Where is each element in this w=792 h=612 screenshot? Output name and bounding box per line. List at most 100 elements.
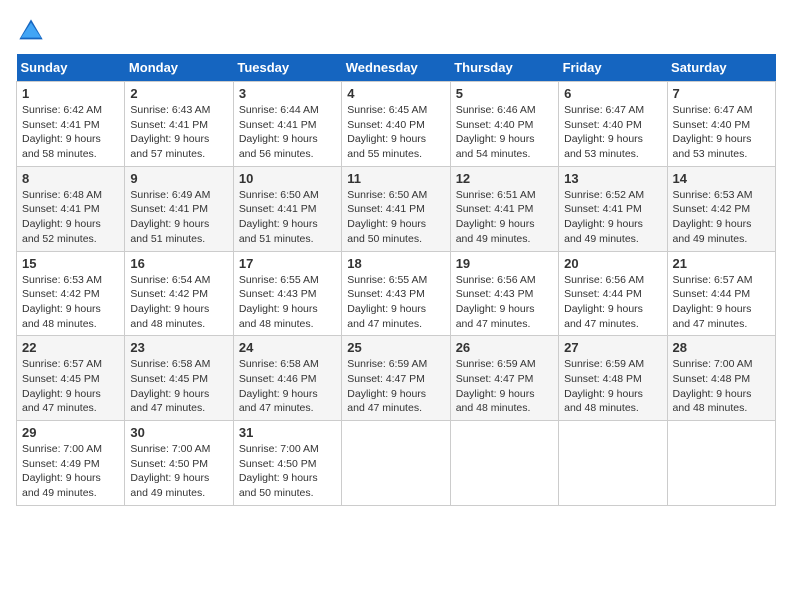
day-info: Sunrise: 7:00 AMSunset: 4:50 PMDaylight:…: [239, 442, 336, 501]
day-info: Sunrise: 6:45 AMSunset: 4:40 PMDaylight:…: [347, 103, 444, 162]
column-header-sunday: Sunday: [17, 54, 125, 82]
calendar-cell: 6 Sunrise: 6:47 AMSunset: 4:40 PMDaylight…: [559, 82, 667, 167]
calendar-cell: 22 Sunrise: 6:57 AMSunset: 4:45 PMDayligh…: [17, 336, 125, 421]
calendar-week-row: 15 Sunrise: 6:53 AMSunset: 4:42 PMDayligh…: [17, 251, 776, 336]
day-info: Sunrise: 6:50 AMSunset: 4:41 PMDaylight:…: [347, 188, 444, 247]
day-number: 22: [22, 340, 119, 355]
day-info: Sunrise: 6:47 AMSunset: 4:40 PMDaylight:…: [673, 103, 770, 162]
calendar-header-row: SundayMondayTuesdayWednesdayThursdayFrid…: [17, 54, 776, 82]
day-info: Sunrise: 6:50 AMSunset: 4:41 PMDaylight:…: [239, 188, 336, 247]
day-info: Sunrise: 6:54 AMSunset: 4:42 PMDaylight:…: [130, 273, 227, 332]
column-header-saturday: Saturday: [667, 54, 775, 82]
day-number: 9: [130, 171, 227, 186]
calendar-cell: 29 Sunrise: 7:00 AMSunset: 4:49 PMDayligh…: [17, 421, 125, 506]
calendar-cell: 26Sunrise: 6:59 AMSunset: 4:47 PMDayligh…: [450, 336, 558, 421]
day-info: Sunrise: 7:00 AMSunset: 4:49 PMDaylight:…: [22, 442, 119, 501]
day-info: Sunrise: 6:52 AMSunset: 4:41 PMDaylight:…: [564, 188, 661, 247]
calendar-cell: 5Sunrise: 6:46 AMSunset: 4:40 PMDaylight…: [450, 82, 558, 167]
column-header-tuesday: Tuesday: [233, 54, 341, 82]
calendar-cell: 25 Sunrise: 6:59 AMSunset: 4:47 PMDayligh…: [342, 336, 450, 421]
day-number: 6: [564, 86, 661, 101]
calendar-cell: [667, 421, 775, 506]
column-header-monday: Monday: [125, 54, 233, 82]
calendar-cell: 14 Sunrise: 6:53 AMSunset: 4:42 PMDayligh…: [667, 166, 775, 251]
calendar-cell: 11 Sunrise: 6:50 AMSunset: 4:41 PMDayligh…: [342, 166, 450, 251]
day-info: Sunrise: 6:59 AMSunset: 4:48 PMDaylight:…: [564, 357, 661, 416]
day-number: 13: [564, 171, 661, 186]
day-number: 28: [673, 340, 770, 355]
day-info: Sunrise: 6:59 AMSunset: 4:47 PMDaylight:…: [456, 357, 553, 416]
day-number: 15: [22, 256, 119, 271]
calendar-cell: 8 Sunrise: 6:48 AMSunset: 4:41 PMDaylight…: [17, 166, 125, 251]
day-number: 4: [347, 86, 444, 101]
calendar-table: SundayMondayTuesdayWednesdayThursdayFrid…: [16, 54, 776, 506]
day-info: Sunrise: 6:58 AMSunset: 4:45 PMDaylight:…: [130, 357, 227, 416]
calendar-cell: 7 Sunrise: 6:47 AMSunset: 4:40 PMDaylight…: [667, 82, 775, 167]
day-info: Sunrise: 6:55 AMSunset: 4:43 PMDaylight:…: [239, 273, 336, 332]
day-info: Sunrise: 6:53 AMSunset: 4:42 PMDaylight:…: [673, 188, 770, 247]
day-number: 2: [130, 86, 227, 101]
day-number: 3: [239, 86, 336, 101]
day-info: Sunrise: 6:49 AMSunset: 4:41 PMDaylight:…: [130, 188, 227, 247]
day-number: 21: [673, 256, 770, 271]
day-number: 19: [456, 256, 553, 271]
day-info: Sunrise: 6:58 AMSunset: 4:46 PMDaylight:…: [239, 357, 336, 416]
day-number: 25: [347, 340, 444, 355]
page-header: [16, 16, 776, 46]
calendar-cell: 17 Sunrise: 6:55 AMSunset: 4:43 PMDayligh…: [233, 251, 341, 336]
day-number: 8: [22, 171, 119, 186]
calendar-cell: 19 Sunrise: 6:56 AMSunset: 4:43 PMDayligh…: [450, 251, 558, 336]
day-info: Sunrise: 6:43 AMSunset: 4:41 PMDaylight:…: [130, 103, 227, 162]
day-number: 11: [347, 171, 444, 186]
day-number: 1: [22, 86, 119, 101]
calendar-cell: 13 Sunrise: 6:52 AMSunset: 4:41 PMDayligh…: [559, 166, 667, 251]
calendar-cell: 2 Sunrise: 6:43 AMSunset: 4:41 PMDaylight…: [125, 82, 233, 167]
day-number: 23: [130, 340, 227, 355]
day-number: 24: [239, 340, 336, 355]
calendar-cell: 15 Sunrise: 6:53 AMSunset: 4:42 PMDayligh…: [17, 251, 125, 336]
day-info: Sunrise: 6:59 AMSunset: 4:47 PMDaylight:…: [347, 357, 444, 416]
day-number: 16: [130, 256, 227, 271]
calendar-week-row: 22 Sunrise: 6:57 AMSunset: 4:45 PMDayligh…: [17, 336, 776, 421]
day-info: Sunrise: 6:56 AMSunset: 4:44 PMDaylight:…: [564, 273, 661, 332]
day-info: Sunrise: 6:53 AMSunset: 4:42 PMDaylight:…: [22, 273, 119, 332]
day-info: Sunrise: 6:44 AMSunset: 4:41 PMDaylight:…: [239, 103, 336, 162]
calendar-cell: [342, 421, 450, 506]
calendar-week-row: 1Sunrise: 6:42 AMSunset: 4:41 PMDaylight…: [17, 82, 776, 167]
day-info: Sunrise: 6:55 AMSunset: 4:43 PMDaylight:…: [347, 273, 444, 332]
day-info: Sunrise: 6:51 AMSunset: 4:41 PMDaylight:…: [456, 188, 553, 247]
day-info: Sunrise: 6:57 AMSunset: 4:45 PMDaylight:…: [22, 357, 119, 416]
calendar-cell: 20 Sunrise: 6:56 AMSunset: 4:44 PMDayligh…: [559, 251, 667, 336]
day-number: 12: [456, 171, 553, 186]
calendar-cell: 23 Sunrise: 6:58 AMSunset: 4:45 PMDayligh…: [125, 336, 233, 421]
day-info: Sunrise: 6:46 AMSunset: 4:40 PMDaylight:…: [456, 103, 553, 162]
day-info: Sunrise: 6:57 AMSunset: 4:44 PMDaylight:…: [673, 273, 770, 332]
column-header-wednesday: Wednesday: [342, 54, 450, 82]
day-number: 7: [673, 86, 770, 101]
calendar-cell: 12 Sunrise: 6:51 AMSunset: 4:41 PMDayligh…: [450, 166, 558, 251]
day-number: 14: [673, 171, 770, 186]
calendar-cell: 18Sunrise: 6:55 AMSunset: 4:43 PMDayligh…: [342, 251, 450, 336]
calendar-cell: 3 Sunrise: 6:44 AMSunset: 4:41 PMDaylight…: [233, 82, 341, 167]
calendar-cell: 4 Sunrise: 6:45 AMSunset: 4:40 PMDaylight…: [342, 82, 450, 167]
calendar-cell: 10 Sunrise: 6:50 AMSunset: 4:41 PMDayligh…: [233, 166, 341, 251]
day-number: 29: [22, 425, 119, 440]
day-number: 27: [564, 340, 661, 355]
calendar-cell: 1Sunrise: 6:42 AMSunset: 4:41 PMDaylight…: [17, 82, 125, 167]
calendar-cell: 9 Sunrise: 6:49 AMSunset: 4:41 PMDaylight…: [125, 166, 233, 251]
day-number: 30: [130, 425, 227, 440]
day-info: Sunrise: 6:56 AMSunset: 4:43 PMDaylight:…: [456, 273, 553, 332]
column-header-thursday: Thursday: [450, 54, 558, 82]
calendar-cell: 28 Sunrise: 7:00 AMSunset: 4:48 PMDayligh…: [667, 336, 775, 421]
day-number: 17: [239, 256, 336, 271]
calendar-cell: 24 Sunrise: 6:58 AMSunset: 4:46 PMDayligh…: [233, 336, 341, 421]
day-number: 10: [239, 171, 336, 186]
calendar-cell: 16 Sunrise: 6:54 AMSunset: 4:42 PMDayligh…: [125, 251, 233, 336]
day-info: Sunrise: 7:00 AMSunset: 4:50 PMDaylight:…: [130, 442, 227, 501]
day-info: Sunrise: 6:47 AMSunset: 4:40 PMDaylight:…: [564, 103, 661, 162]
day-info: Sunrise: 7:00 AMSunset: 4:48 PMDaylight:…: [673, 357, 770, 416]
calendar-cell: [450, 421, 558, 506]
day-number: 20: [564, 256, 661, 271]
day-info: Sunrise: 6:48 AMSunset: 4:41 PMDaylight:…: [22, 188, 119, 247]
day-number: 31: [239, 425, 336, 440]
